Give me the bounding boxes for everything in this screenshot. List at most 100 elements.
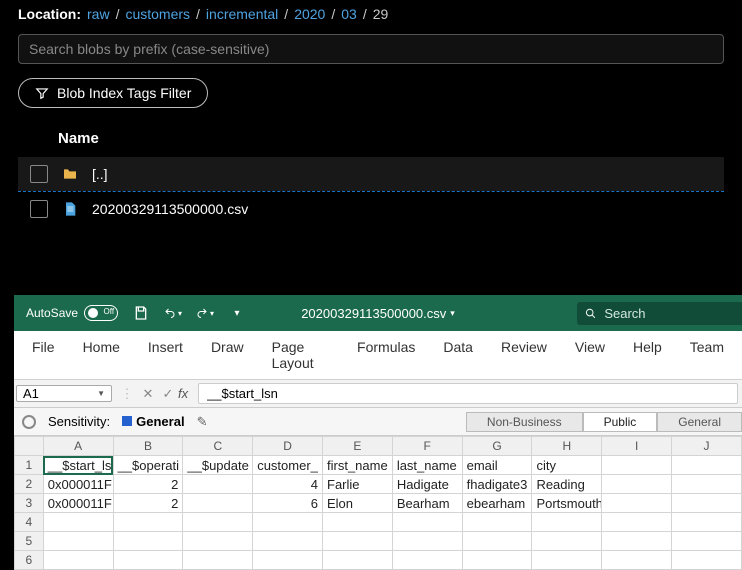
blob-row-file[interactable]: 20200329113500000.csv [18,192,724,226]
cell[interactable]: city [532,456,602,475]
col-F[interactable]: F [392,437,462,456]
cell[interactable]: Portsmouth [532,494,602,513]
col-I[interactable]: I [602,437,672,456]
tab-page-layout[interactable]: Page Layout [272,339,329,371]
filename-dropdown-icon[interactable]: ▾ [450,308,455,319]
cell[interactable] [253,532,323,551]
cell[interactable] [462,551,532,570]
tab-insert[interactable]: Insert [148,339,183,371]
col-H[interactable]: H [532,437,602,456]
cell[interactable] [602,551,672,570]
spreadsheet-grid[interactable]: A B C D E F G H I J 1 __$start_lsn __$op… [14,436,742,570]
undo-icon[interactable]: ▾ [164,304,182,322]
cell[interactable] [323,551,393,570]
cancel-icon[interactable]: ✕ [138,386,158,402]
cell[interactable] [183,475,253,494]
cell[interactable] [462,532,532,551]
crumb-incremental[interactable]: incremental [206,6,278,22]
tab-formulas[interactable]: Formulas [357,339,415,371]
cell[interactable] [43,532,113,551]
cell[interactable]: last_name [392,456,462,475]
pencil-icon[interactable]: ✎ [197,414,208,430]
cell[interactable]: Farlie [323,475,393,494]
row-checkbox[interactable] [30,200,48,218]
sens-non-business[interactable]: Non-Business [466,412,583,432]
cell[interactable] [602,494,672,513]
cell[interactable] [253,513,323,532]
col-D[interactable]: D [253,437,323,456]
grid-row[interactable]: 6 [15,551,742,570]
cell[interactable] [392,532,462,551]
cell[interactable] [43,551,113,570]
cell[interactable] [323,513,393,532]
tab-review[interactable]: Review [501,339,547,371]
tab-view[interactable]: View [575,339,605,371]
save-icon[interactable] [132,304,150,322]
cell[interactable]: Elon [323,494,393,513]
cell[interactable] [672,494,742,513]
cell[interactable]: 2 [113,475,183,494]
cell[interactable] [183,494,253,513]
cell[interactable]: Bearham [392,494,462,513]
cell[interactable] [113,532,183,551]
row-header[interactable]: 6 [15,551,44,570]
col-B[interactable]: B [113,437,183,456]
grid-row[interactable]: 4 [15,513,742,532]
cell[interactable] [113,513,183,532]
cell[interactable]: 0x000011F [43,494,113,513]
row-header[interactable]: 5 [15,532,44,551]
enter-icon[interactable]: ✓ [158,386,178,402]
cell[interactable]: __$start_lsn [43,456,113,475]
cell[interactable] [672,456,742,475]
grid-row[interactable]: 2 0x000011F 2 4 Farlie Hadigate fhadigat… [15,475,742,494]
blob-filter-button[interactable]: Blob Index Tags Filter [18,78,208,108]
row-checkbox[interactable] [30,165,48,183]
cell[interactable] [183,513,253,532]
blob-row-up[interactable]: [..] [18,157,724,191]
cell[interactable] [532,551,602,570]
row-header[interactable]: 4 [15,513,44,532]
cell[interactable] [602,456,672,475]
cell[interactable] [672,475,742,494]
row-header[interactable]: 2 [15,475,44,494]
column-header-name[interactable]: Name [18,130,724,157]
col-A[interactable]: A [43,437,113,456]
col-E[interactable]: E [323,437,393,456]
cell[interactable] [532,513,602,532]
tab-draw[interactable]: Draw [211,339,244,371]
cell[interactable]: first_name [323,456,393,475]
autosave-toggle[interactable]: AutoSave Off [26,305,118,321]
cell[interactable] [253,551,323,570]
row-header[interactable]: 1 [15,456,44,475]
name-box[interactable]: A1▼ [16,385,112,402]
cell[interactable] [602,513,672,532]
sens-public[interactable]: Public [583,412,658,432]
cell[interactable] [602,475,672,494]
crumb-2020[interactable]: 2020 [294,6,325,22]
cell[interactable] [392,551,462,570]
cell[interactable]: 6 [253,494,323,513]
cell[interactable] [672,551,742,570]
tab-file[interactable]: File [32,339,55,371]
cell[interactable]: 0x000011F [43,475,113,494]
redo-icon[interactable]: ▾ [196,304,214,322]
crumb-raw[interactable]: raw [87,6,110,22]
cell[interactable]: 4 [253,475,323,494]
cell[interactable]: Reading [532,475,602,494]
qat-overflow-icon[interactable]: ▾ [228,304,246,322]
cell[interactable]: fhadigate3 [462,475,532,494]
crumb-03[interactable]: 03 [341,6,357,22]
cell[interactable]: email [462,456,532,475]
cell[interactable]: __$update [183,456,253,475]
cell[interactable]: __$operati [113,456,183,475]
tab-home[interactable]: Home [83,339,120,371]
cell[interactable] [532,532,602,551]
cell[interactable] [183,532,253,551]
grid-row[interactable]: 3 0x000011F 2 6 Elon Bearham ebearham Po… [15,494,742,513]
cell[interactable]: ebearham [462,494,532,513]
crumb-customers[interactable]: customers [125,6,190,22]
fx-icon[interactable]: fx [178,386,198,401]
tab-help[interactable]: Help [633,339,662,371]
col-G[interactable]: G [462,437,532,456]
cell[interactable]: Hadigate [392,475,462,494]
